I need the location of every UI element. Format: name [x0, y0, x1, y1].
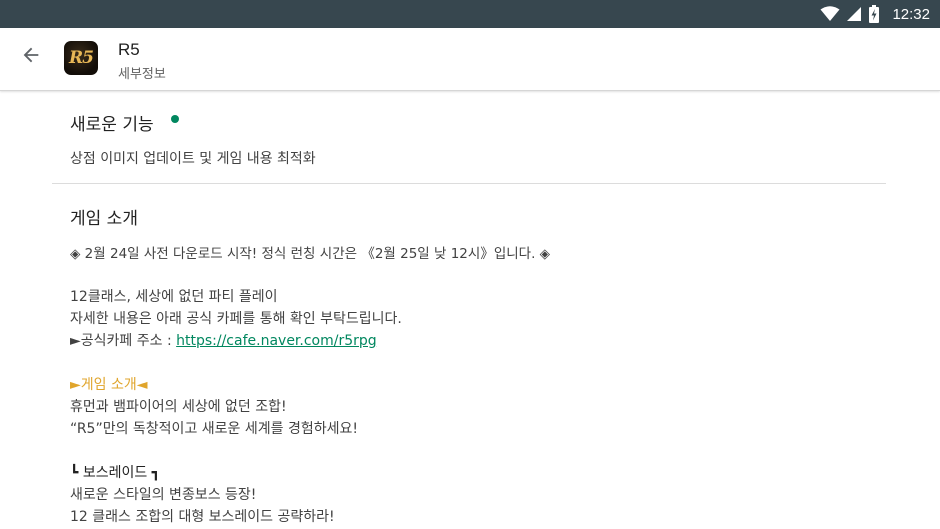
app-bar: R5 R5 세부정보 [0, 28, 940, 91]
battery-icon [869, 5, 880, 23]
raid-heading: ┗ 보스레이드 ┓ [70, 465, 161, 481]
whats-new-title: 새로운 기능 [70, 115, 154, 135]
cafe-address-line: ►공식카페 주소 : https://cafe.naver.com/r5rpg [70, 330, 377, 350]
intro-heading: ►게임 소개◄ [70, 377, 148, 393]
back-button[interactable] [18, 42, 44, 68]
back-arrow-icon [23, 47, 39, 63]
wifi-icon [820, 6, 840, 21]
cell-signal-icon [847, 7, 862, 21]
launch-notice: ◈ 2월 24일 사전 다운로드 시작! 정식 런칭 시간은 《2월 25일 낮… [70, 246, 551, 262]
description-line: 자세한 내용은 아래 공식 카페를 통해 확인 부탁드립니다. [70, 311, 402, 327]
raid-line: 12 클래스 조합의 대형 보스레이드 공략하라! [70, 509, 335, 525]
app-title: R5 [118, 40, 140, 59]
raid-line: 새로운 스타일의 변종보스 등장! [70, 487, 257, 503]
status-bar: 12:32 [0, 0, 940, 28]
new-indicator-dot [171, 115, 179, 123]
app-icon-logo: R5 [69, 48, 94, 68]
intro-line: “R5”만의 독창적이고 새로운 세계를 경험하세요! [70, 421, 358, 437]
app-subtitle: 세부정보 [118, 67, 166, 82]
section-divider [52, 183, 886, 184]
description-line: 12클래스, 세상에 없던 파티 플레이 [70, 289, 278, 305]
intro-line: 휴먼과 뱀파이어의 세상에 없던 조합! [70, 399, 287, 415]
clock-text: 12:32 [892, 5, 930, 23]
app-icon: R5 [64, 41, 98, 75]
cafe-address-label: ►공식카페 주소 : [70, 333, 177, 349]
cafe-link[interactable]: https://cafe.naver.com/r5rpg [176, 333, 377, 349]
about-title: 게임 소개 [70, 209, 138, 229]
whats-new-text: 상점 이미지 업데이트 및 게임 내용 최적화 [70, 151, 316, 167]
status-icons: 12:32 [820, 0, 930, 28]
